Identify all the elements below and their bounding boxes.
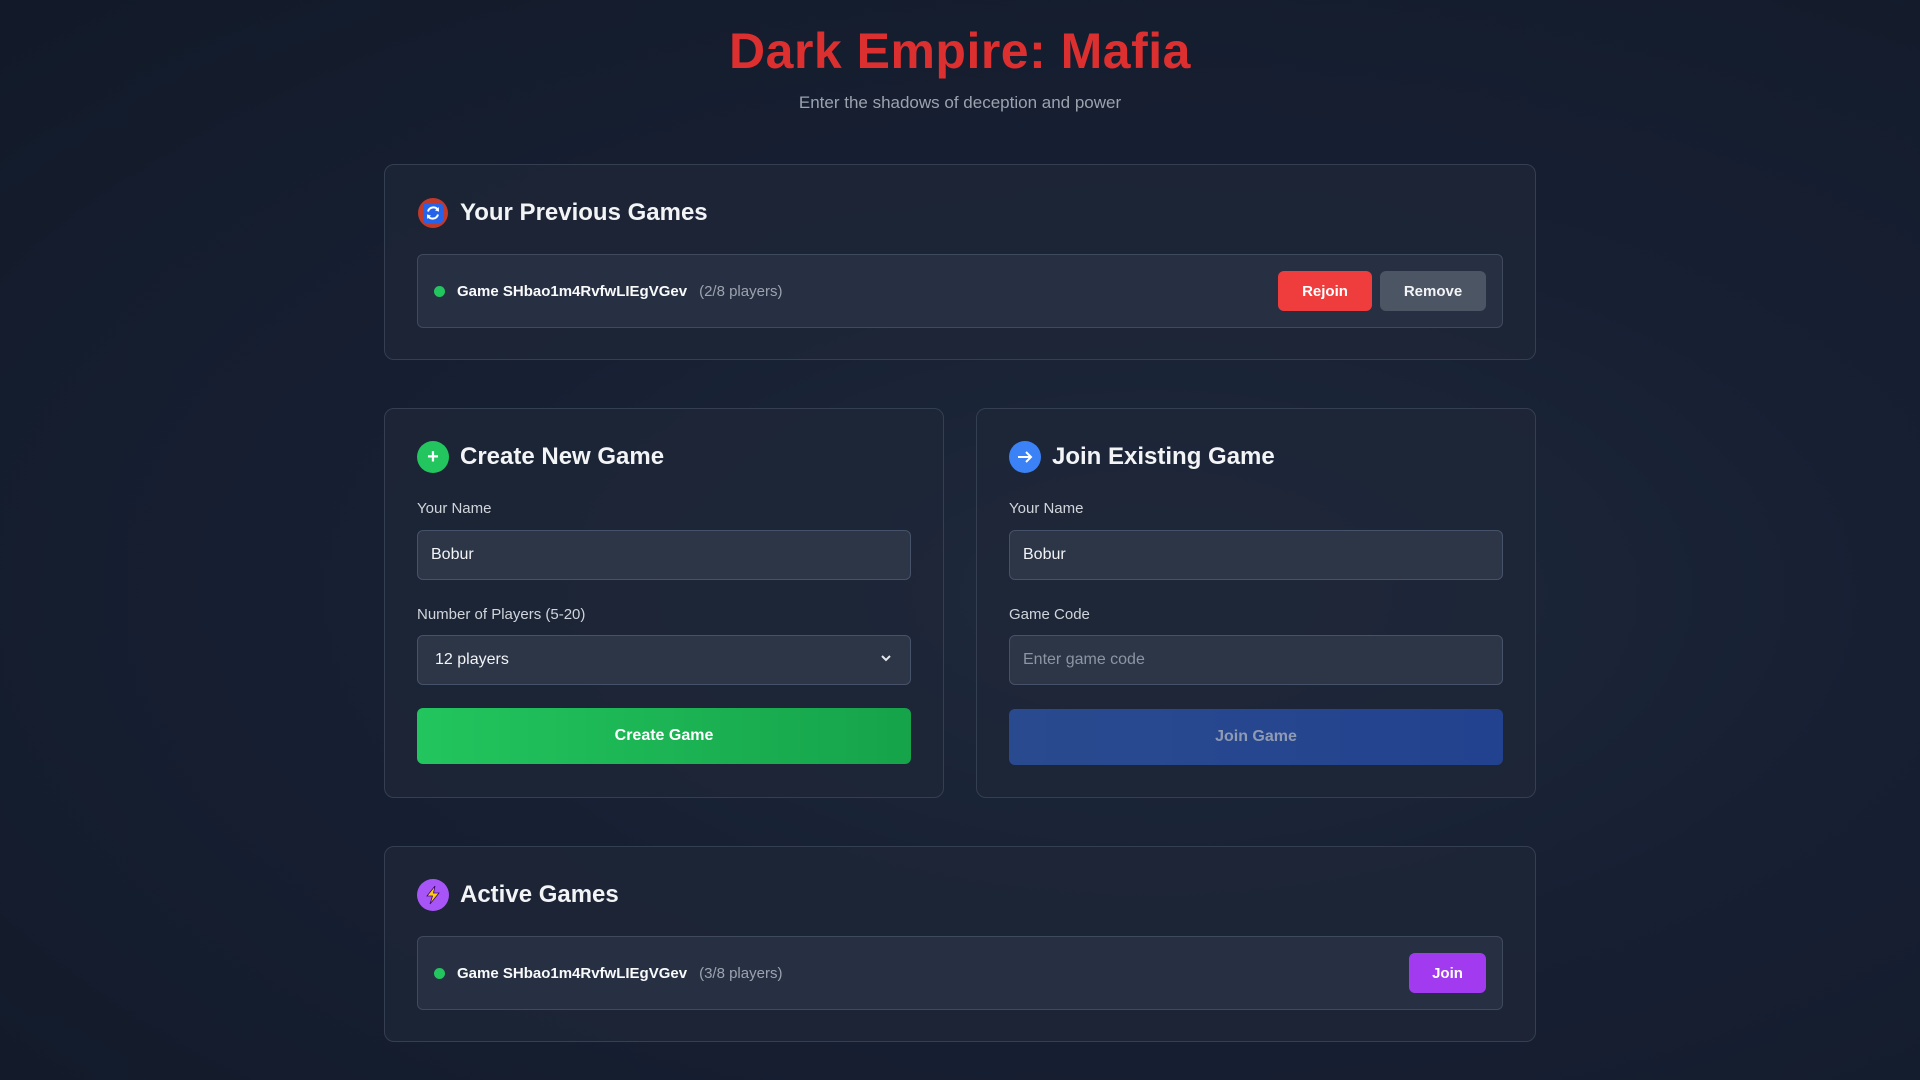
join-button[interactable]: Join [1409,953,1486,993]
join-name-input[interactable]: Bobur [1009,530,1503,580]
join-game-title: Join Existing Game [1052,443,1275,470]
page: Dark Empire: Mafia Enter the shadows of … [0,0,1920,1080]
active-games-title: Active Games [460,881,619,908]
previous-games-card: Your Previous Games Game SHbao1m4RvfwLIE… [384,164,1536,360]
game-name: Game SHbao1m4RvfwLIEgVGev [457,964,688,982]
page-subtitle: Enter the shadows of deception and power [798,93,1122,112]
create-game-header: + Create New Game [417,441,664,473]
join-game-header: Join Existing Game [1009,441,1275,473]
players-count-value: 12 players [435,651,509,668]
game-player-count: (3/8 players) [699,964,783,982]
join-game-button[interactable]: Join Game [1009,709,1503,765]
active-games-header: Active Games [417,879,619,911]
remove-button[interactable]: Remove [1380,271,1486,311]
create-name-input[interactable]: Bobur [417,530,911,580]
game-code-input[interactable]: Enter game code [1009,635,1503,685]
create-game-button[interactable]: Create Game [417,708,911,764]
lightning-icon [417,879,449,911]
game-name: Game SHbao1m4RvfwLIEgVGev [457,282,688,300]
players-count-select[interactable]: 12 players [417,635,911,685]
arrow-right-icon [1009,441,1041,473]
page-title: Dark Empire: Mafia [729,23,1191,79]
game-player-count: (2/8 players) [699,282,783,300]
join-game-card: Join Existing Game Your Name Bobur Game … [976,408,1536,798]
create-game-card: + Create New Game Your Name Bobur Number… [384,408,944,798]
create-name-label: Your Name [417,500,492,517]
rejoin-button[interactable]: Rejoin [1278,271,1372,311]
header: Dark Empire: Mafia Enter the shadows of … [0,18,1920,113]
status-dot [434,285,445,297]
chevron-down-icon [879,651,893,670]
game-code-label: Game Code [1009,606,1090,623]
status-dot [434,967,445,979]
previous-game-row: Game SHbao1m4RvfwLIEgVGev (2/8 players) … [417,254,1503,328]
refresh-icon [417,197,449,229]
active-game-row: Game SHbao1m4RvfwLIEgVGev (3/8 players) … [417,936,1503,1010]
previous-games-title: Your Previous Games [460,199,708,226]
players-count-label: Number of Players (5-20) [417,606,586,623]
active-games-card: Active Games Game SHbao1m4RvfwLIEgVGev (… [384,846,1536,1042]
join-name-label: Your Name [1009,500,1084,517]
create-game-title: Create New Game [460,443,665,470]
previous-games-header: Your Previous Games [417,197,708,229]
plus-icon: + [417,441,449,473]
